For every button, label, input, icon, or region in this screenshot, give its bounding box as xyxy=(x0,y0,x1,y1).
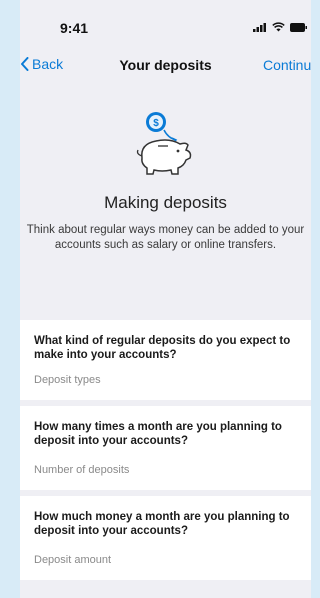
question-text: How much money a month are you planning … xyxy=(34,511,290,537)
status-time: 9:41 xyxy=(60,20,89,36)
number-of-deposits-field[interactable]: Number of deposits xyxy=(20,454,311,490)
wifi-icon xyxy=(272,22,285,32)
question-deposit-types: What kind of regular deposits do you exp… xyxy=(20,320,311,364)
piggy-bank-icon: $ xyxy=(136,112,191,175)
hero-title: Making deposits xyxy=(104,193,227,212)
question-deposit-amount: How much money a month are you planning … xyxy=(20,496,311,544)
question-number-of-deposits: How many times a month are you planning … xyxy=(20,406,311,454)
divider xyxy=(20,580,311,586)
hero-section: $ Making deposits Think about regular wa… xyxy=(20,86,311,282)
question-text: How many times a month are you planning … xyxy=(34,421,282,447)
status-bar: 9:41 xyxy=(20,0,311,46)
battery-icon xyxy=(290,22,307,32)
coin-icon: $ xyxy=(145,112,166,132)
navigation-bar: Back Your deposits Continue xyxy=(20,46,311,86)
signal-icon xyxy=(253,22,266,32)
svg-text:$: $ xyxy=(153,118,159,129)
deposit-types-field[interactable]: Deposit types xyxy=(20,364,311,400)
field-placeholder: Deposit types xyxy=(34,374,101,386)
phone-screen: 9:41 Back Your deposits Continu $ Making… xyxy=(20,0,311,598)
section-spacer xyxy=(20,282,311,320)
question-text: What kind of regular deposits do you exp… xyxy=(34,335,291,361)
continue-button[interactable]: Continue xyxy=(263,57,311,73)
deposit-amount-field[interactable]: Deposit amount xyxy=(20,544,311,580)
field-placeholder: Deposit amount xyxy=(34,554,112,566)
field-placeholder: Number of deposits xyxy=(34,464,130,476)
status-icons xyxy=(253,22,307,32)
hero-description: Think about regular ways money can be ad… xyxy=(26,224,305,251)
